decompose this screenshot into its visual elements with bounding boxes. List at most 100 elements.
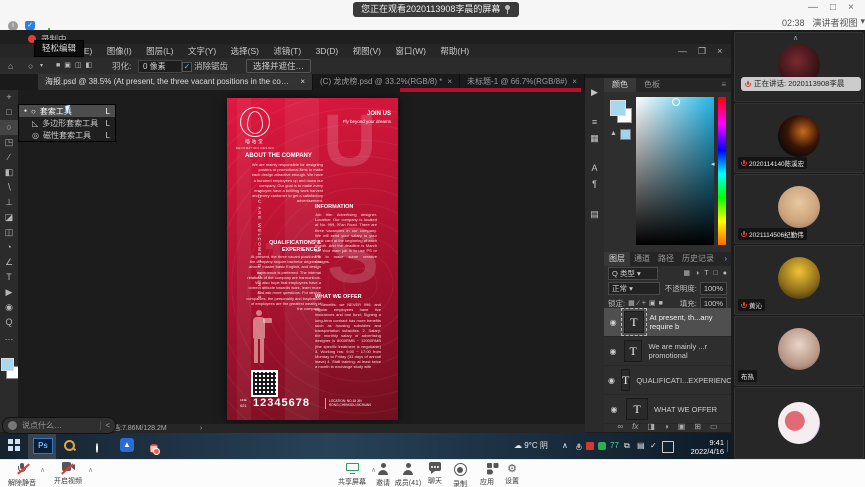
feather-input[interactable]: 0 像素: [138, 60, 182, 73]
gradient-tool[interactable]: ◫: [0, 225, 18, 240]
visibility-eye-icon[interactable]: ◉: [608, 318, 618, 327]
clone-source-icon[interactable]: ▦: [585, 130, 604, 146]
selection-mode-icons[interactable]: ■▣◫◧: [56, 58, 96, 74]
close-icon[interactable]: ×: [848, 1, 854, 15]
mode-add-icon[interactable]: ▣: [64, 62, 75, 69]
collapse-arrow-icon[interactable]: ∧: [793, 34, 798, 42]
mask-icon[interactable]: ◨: [647, 422, 655, 431]
foreground-color-swatch[interactable]: [1, 358, 14, 371]
blend-mode-dropdown[interactable]: 正常 ▾: [608, 282, 660, 295]
tab-swatches[interactable]: 色板: [636, 78, 668, 92]
participant-tile[interactable]: [734, 387, 864, 459]
color-picker-indicator[interactable]: [672, 98, 680, 106]
character-panel-icon[interactable]: A: [585, 160, 604, 176]
eraser-tool[interactable]: ◪: [0, 210, 18, 225]
settings-button[interactable]: ⚙ 设置: [492, 463, 532, 486]
panel-expand-icon[interactable]: ›: [720, 252, 731, 266]
mode-new-icon[interactable]: ■: [56, 62, 64, 69]
group-icon[interactable]: ▣: [678, 422, 686, 431]
mic-options-caret[interactable]: ∧: [40, 466, 45, 474]
hue-arrow-icon[interactable]: ◂: [711, 160, 715, 168]
participant-tile[interactable]: 黄沁: [734, 245, 864, 315]
layer-filter-dropdown[interactable]: Q 类型 ▾: [608, 267, 658, 280]
paragraph-panel-icon[interactable]: ¶: [585, 176, 604, 192]
pen-tool[interactable]: ∠: [0, 255, 18, 270]
link-icon[interactable]: ∞: [617, 422, 623, 431]
participant-tile[interactable]: 布热: [734, 316, 864, 386]
ps-restore-icon[interactable]: ❐: [698, 44, 706, 58]
start-video-button[interactable]: 开启视频: [48, 463, 88, 486]
taskbar-photoshop-icon[interactable]: Ps: [33, 438, 53, 454]
tool-caret-icon[interactable]: ▾: [40, 58, 43, 74]
anti-alias-checkbox[interactable]: ✓: [182, 62, 192, 72]
tab-paths[interactable]: 路径: [654, 252, 678, 266]
path-select-tool[interactable]: ▶: [0, 285, 18, 300]
gamut-swatch[interactable]: [620, 129, 631, 140]
taskbar-clock[interactable]: 9:41 2022/4/16: [678, 438, 724, 457]
tray-folder-icon[interactable]: ▤: [637, 433, 645, 459]
text-layer-thumbnail[interactable]: T: [624, 340, 643, 362]
panel-menu-icon[interactable]: ≡: [716, 78, 731, 92]
input-method-icon[interactable]: [662, 441, 674, 453]
adjustment-icon[interactable]: ◑: [664, 422, 669, 431]
ps-minimize-icon[interactable]: —: [678, 44, 687, 58]
tray-wechat-icon[interactable]: [598, 442, 606, 450]
actions-panel-icon[interactable]: ▶: [585, 84, 604, 100]
mode-intersect-icon[interactable]: ◧: [85, 62, 96, 69]
tray-mic-icon[interactable]: [574, 441, 583, 459]
menu-help[interactable]: 帮助(H): [434, 44, 475, 58]
menu-image[interactable]: 图像(I): [101, 44, 138, 58]
filter-pixel-icon[interactable]: ▦: [683, 267, 690, 280]
tab-channels[interactable]: 通道: [630, 252, 654, 266]
quick-chat-bubble[interactable]: 说点什么… <: [2, 417, 116, 434]
delete-icon[interactable]: ▭: [710, 422, 718, 431]
tray-app-icon[interactable]: [586, 442, 594, 450]
type-tool[interactable]: T: [0, 270, 18, 285]
menu-view[interactable]: 视图(V): [347, 44, 387, 58]
text-layer-thumbnail[interactable]: T: [626, 398, 648, 420]
new-layer-icon[interactable]: ⊞: [694, 422, 701, 431]
taskbar-meeting-app-icon[interactable]: ▲: [120, 438, 134, 452]
notification-edge[interactable]: [727, 440, 728, 452]
mode-subtract-icon[interactable]: ◫: [75, 62, 86, 69]
hand-tool[interactable]: ◉: [0, 300, 18, 315]
marquee-tool[interactable]: □: [0, 105, 18, 120]
menu-filter[interactable]: 滤镜(T): [267, 44, 307, 58]
taskbar-docs-app-icon[interactable]: ▦: [150, 444, 158, 453]
tray-temp-number[interactable]: 77: [610, 433, 619, 459]
flyout-item-polygonal-lasso[interactable]: ◺ 多边形套索工具 L: [19, 117, 115, 129]
text-layer-thumbnail[interactable]: T: [624, 311, 643, 333]
status-arrow-icon[interactable]: ›: [200, 424, 202, 433]
healing-tool[interactable]: ◧: [0, 165, 18, 180]
tray-display-icon[interactable]: ⧉: [624, 433, 630, 459]
poster-document[interactable]: J U S 喵咕堂 DECORATION DESIGN JOIN US Fly …: [227, 98, 398, 420]
chat-input[interactable]: 说点什么…: [22, 420, 95, 431]
tray-expand-icon[interactable]: ∧: [562, 433, 568, 459]
opacity-value[interactable]: 100%: [700, 282, 727, 295]
layer-row[interactable]: ◉ T QUALIFICATI...EXPERIENCES: [604, 366, 731, 395]
weather-widget[interactable]: ☁ 9°C 阴: [514, 433, 548, 459]
stamp-tool[interactable]: ⊥: [0, 195, 18, 210]
tab-close-icon[interactable]: ×: [300, 74, 305, 90]
more-tools[interactable]: …: [0, 330, 18, 345]
zoom-tool[interactable]: Q: [0, 315, 18, 330]
filter-shape-icon[interactable]: □: [714, 267, 718, 280]
unmute-button[interactable]: 解除静音: [2, 463, 42, 487]
visibility-eye-icon[interactable]: ◉: [608, 347, 618, 356]
layer-row[interactable]: ◉ T At present, th...any require b: [604, 308, 731, 337]
text-layer-thumbnail[interactable]: T: [621, 369, 630, 391]
layer-name[interactable]: We are mainly ...r promotional: [648, 342, 731, 360]
brush-tool[interactable]: ∖: [0, 180, 18, 195]
participant-tile[interactable]: 2020114140陈溪宏: [734, 103, 864, 173]
layer-row[interactable]: ◉ T WHAT WE OFFER: [604, 395, 731, 424]
tray-tool-icon[interactable]: ✓: [650, 433, 657, 459]
participant-tile[interactable]: 2021114506纪勤伟: [734, 174, 864, 244]
layer-name[interactable]: At present, th...any require b: [650, 313, 731, 331]
menu-layer[interactable]: 图层(L): [140, 44, 179, 58]
tab-color[interactable]: 颜色: [604, 78, 636, 92]
view-mode-selector[interactable]: 演讲者视图 ▾: [813, 16, 865, 29]
layer-name[interactable]: WHAT WE OFFER: [654, 405, 717, 414]
filter-type-icon[interactable]: T: [704, 267, 708, 280]
maximize-icon[interactable]: □: [830, 1, 836, 15]
blur-tool[interactable]: ◔: [0, 240, 18, 255]
